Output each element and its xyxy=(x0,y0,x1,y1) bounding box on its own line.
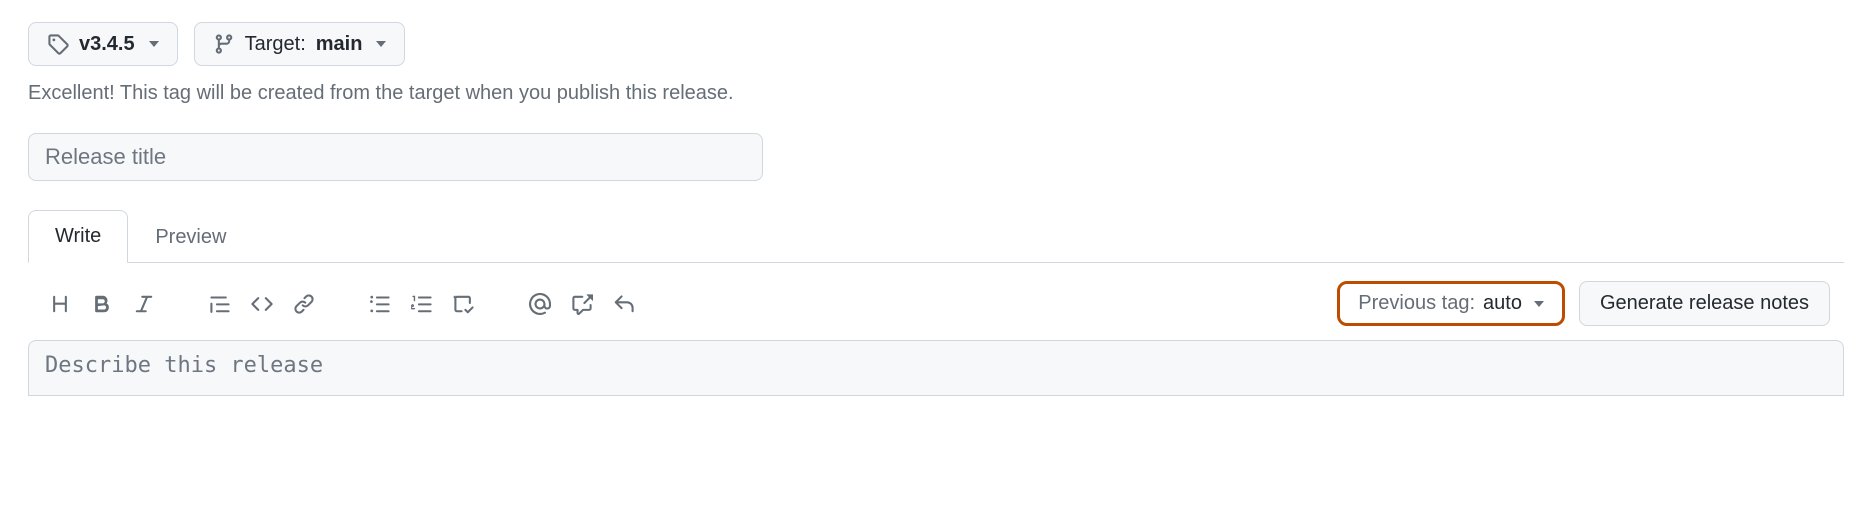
quote-button[interactable] xyxy=(202,286,238,322)
target-label: Target: xyxy=(245,31,306,57)
italic-button[interactable] xyxy=(126,286,162,322)
bold-button[interactable] xyxy=(84,286,120,322)
tasklist-button[interactable] xyxy=(446,286,482,322)
previous-tag-label: Previous tag: xyxy=(1358,292,1475,315)
ordered-list-button[interactable] xyxy=(404,286,440,322)
tab-preview[interactable]: Preview xyxy=(128,211,253,263)
target-selector-button[interactable]: Target: main xyxy=(194,22,406,66)
unordered-list-icon xyxy=(369,293,391,315)
code-icon xyxy=(251,293,273,315)
tag-name: v3.4.5 xyxy=(79,31,135,57)
link-button[interactable] xyxy=(286,286,322,322)
tab-write[interactable]: Write xyxy=(28,210,128,263)
reply-button[interactable] xyxy=(606,286,642,322)
editor-tabs: Write Preview xyxy=(28,209,1844,263)
chevron-down-icon xyxy=(149,41,159,47)
bold-icon xyxy=(91,293,113,315)
previous-tag-button[interactable]: Previous tag: auto xyxy=(1337,281,1565,326)
heading-button[interactable] xyxy=(42,286,78,322)
git-branch-icon xyxy=(213,33,235,55)
tasklist-icon xyxy=(453,293,475,315)
target-branch: main xyxy=(316,31,363,57)
italic-icon xyxy=(133,293,155,315)
tag-target-row: v3.4.5 Target: main xyxy=(28,22,1844,66)
reply-icon xyxy=(613,293,635,315)
link-icon xyxy=(293,293,315,315)
markdown-tools xyxy=(42,286,676,322)
release-description-input[interactable] xyxy=(28,340,1844,396)
generate-release-notes-label: Generate release notes xyxy=(1600,292,1809,315)
markdown-toolbar-row: Previous tag: auto Generate release note… xyxy=(28,263,1844,340)
heading-icon xyxy=(49,293,71,315)
release-title-input[interactable] xyxy=(28,133,763,181)
mention-button[interactable] xyxy=(522,286,558,322)
cross-reference-button[interactable] xyxy=(564,286,600,322)
code-button[interactable] xyxy=(244,286,280,322)
previous-tag-value: auto xyxy=(1483,292,1522,315)
chevron-down-icon xyxy=(376,41,386,47)
quote-icon xyxy=(209,293,231,315)
tag-selector-button[interactable]: v3.4.5 xyxy=(28,22,178,66)
tag-icon xyxy=(47,33,69,55)
chevron-down-icon xyxy=(1534,301,1544,307)
ordered-list-icon xyxy=(411,293,433,315)
generate-release-notes-button[interactable]: Generate release notes xyxy=(1579,281,1830,326)
tag-helper-text: Excellent! This tag will be created from… xyxy=(28,82,1844,105)
cross-reference-icon xyxy=(571,293,593,315)
unordered-list-button[interactable] xyxy=(362,286,398,322)
mention-icon xyxy=(529,293,551,315)
